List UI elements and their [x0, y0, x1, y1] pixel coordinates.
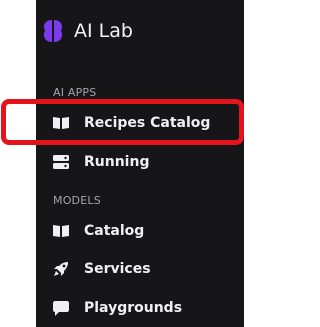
section-heading-ai-apps: AI APPS [53, 86, 97, 99]
message-icon [53, 300, 69, 316]
sidebar-header: AI Lab [42, 16, 133, 46]
nav-item-label: Playgrounds [84, 300, 183, 316]
nav-item-services[interactable]: Services [53, 257, 151, 281]
nav-item-playgrounds[interactable]: Playgrounds [53, 296, 182, 320]
nav-item-running[interactable]: Running [53, 150, 149, 174]
book-open-icon [53, 115, 69, 131]
nav-item-label: Services [84, 261, 151, 277]
nav-item-catalog[interactable]: Catalog [53, 219, 144, 243]
brain-icon [42, 17, 64, 45]
nav-item-recipes-catalog[interactable]: Recipes Catalog [53, 111, 210, 135]
section-heading-models: MODELS [53, 194, 101, 207]
app-title: AI Lab [74, 20, 133, 42]
sidebar: AI Lab AI APPS Recipes Catalog Running M… [36, 0, 244, 327]
nav-item-label: Catalog [84, 223, 145, 239]
rocket-icon [53, 261, 69, 277]
nav-item-label: Recipes Catalog [84, 115, 211, 131]
server-icon [53, 154, 69, 170]
book-open-icon [53, 223, 69, 239]
nav-item-label: Running [84, 154, 150, 170]
